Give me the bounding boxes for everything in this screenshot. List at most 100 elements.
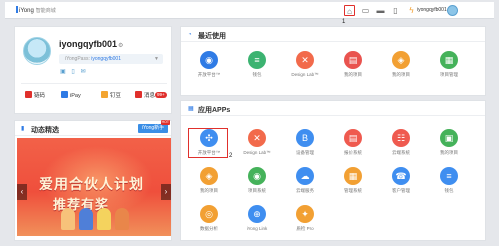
app-tile[interactable]: B 设备管理 — [287, 129, 327, 169]
carousel-next-button[interactable]: › — [161, 184, 171, 200]
hot-badge: HOT — [160, 120, 170, 125]
app-tile[interactable]: ◉ 开放平台™ — [191, 51, 231, 91]
app-tile[interactable]: ≡ 钱包 — [431, 167, 471, 207]
app-tile[interactable]: ✕ Design Lab™ — [239, 129, 279, 169]
highlight-box — [188, 128, 228, 158]
app-label: 质检 Pro — [296, 226, 314, 231]
book-icon[interactable]: ▯ — [390, 5, 401, 16]
phone-icon[interactable]: ▯ — [69, 68, 77, 76]
app-icon: ◉ — [248, 167, 266, 185]
brand-sub: 智能商城 — [35, 8, 56, 14]
top-bar: iYong 智能商城 ⌂ ▭ ▬ ▯ ϟ iyongqyfb001 — [5, 2, 494, 19]
app-tile[interactable]: ◎ 数据分析 — [191, 205, 231, 245]
profile-username-text: iyongqyfb001 — [59, 39, 118, 49]
avatar[interactable] — [23, 37, 51, 65]
news-tag[interactable]: iYong新手 HOT — [138, 120, 170, 133]
app-icon: ☷ — [392, 129, 410, 147]
annotation-1: 1 — [342, 19, 346, 25]
app-label: 我的项目 — [440, 150, 458, 155]
app-tile[interactable]: ▦ 管理系统 — [335, 167, 375, 207]
flash-icon[interactable]: ϟ — [406, 5, 417, 16]
app-label: 钱包 — [252, 72, 262, 77]
app-icon: ▤ — [344, 51, 362, 69]
stat-ipay[interactable]: iPay — [61, 89, 81, 103]
app-label: 云端系统 — [392, 150, 410, 155]
news-title: 动态精选 — [31, 127, 59, 134]
pass-field[interactable]: iYongPass: iyongqyfb001 ▼ — [59, 54, 163, 64]
app-label: 项目管理 — [440, 72, 458, 77]
profile-stats: 链码 iPay 钉豆 消息 99+ — [21, 89, 167, 103]
app-tile[interactable]: ▦ 项目管理 — [431, 51, 471, 91]
app-tile[interactable]: ▤ 报价系统 — [335, 129, 375, 169]
carousel-prev-button[interactable]: ‹ — [17, 184, 27, 200]
top-username[interactable]: iyongqyfb001 — [417, 7, 447, 13]
monitor-icon[interactable]: ▭ — [360, 5, 371, 16]
gear-icon[interactable]: ⚙ — [118, 43, 123, 49]
news-card: ▮ 动态精选 iYong新手 HOT 爱用合伙人计划 推荐有奖 ‹ › — [14, 120, 172, 241]
app-tile[interactable]: ◈ 我的项目 — [191, 167, 231, 207]
app-tile[interactable]: ✕ Design Lab™ — [287, 51, 327, 91]
app-tile[interactable]: ✦ 质检 Pro — [287, 205, 327, 245]
apps-icon: ▦ — [188, 106, 194, 112]
clock-icon: ◔ — [188, 32, 192, 38]
promo-banner[interactable]: 爱用合伙人计划 推荐有奖 ‹ › — [17, 138, 171, 236]
app-tile[interactable]: ◉ 项目系统 — [239, 167, 279, 207]
stat-coin[interactable]: 钉豆 — [101, 89, 121, 103]
stat-message[interactable]: 消息 99+ — [135, 89, 167, 103]
annotation-2: 2 — [229, 153, 233, 159]
brand-main: iYong — [19, 8, 34, 14]
stat-label: 链码 — [34, 93, 46, 99]
divider — [21, 83, 167, 84]
app-icon: ✦ — [296, 205, 314, 223]
app-tile[interactable]: ☁ 云端服务 — [287, 167, 327, 207]
home-icon[interactable]: ⌂ — [344, 5, 355, 16]
app-tile[interactable]: ☷ 云端系统 — [383, 129, 423, 169]
brand-logo[interactable]: iYong 智能商城 — [16, 6, 56, 14]
app-label: 数据分析 — [200, 226, 218, 231]
apps-header: ▦ 应用APPs — [181, 101, 485, 116]
app-icon: ▦ — [344, 167, 362, 185]
recent-header: ◔ 最近使用 — [181, 27, 485, 42]
news-icon: ▮ — [21, 126, 25, 132]
app-label: 管理系统 — [344, 188, 362, 193]
banner-figure — [97, 208, 111, 230]
apps-card: ▦ 应用APPs ✣ 开放平台™ ✕ Design Lab™ B 设备管理 ▤ 报价系统 ☷ 云端… — [180, 100, 486, 241]
app-label: 报价系统 — [344, 150, 362, 155]
app-icon: ✕ — [296, 51, 314, 69]
app-tile[interactable]: ⊕ iYong Link — [239, 205, 279, 245]
link-icon — [25, 91, 32, 98]
app-label: iYong Link — [246, 226, 268, 231]
coin-icon — [101, 91, 108, 98]
app-icon: ▤ — [344, 129, 362, 147]
app-icon: ◈ — [392, 51, 410, 69]
app-label: 我的项目 — [392, 72, 410, 77]
profile-card: iyongqyfb001⚙ iYongPass: iyongqyfb001 ▼ … — [14, 26, 172, 114]
app-tile[interactable]: ≡ 钱包 — [239, 51, 279, 91]
news-tag-label: iYong新手 — [141, 125, 165, 131]
pass-value: iyongqyfb001 — [91, 56, 121, 62]
id-card-icon[interactable]: ▣ — [59, 68, 67, 76]
app-tile[interactable]: ▣ 我的项目 — [431, 129, 471, 169]
app-label: 我的项目 — [344, 72, 362, 77]
brand-accent — [16, 6, 18, 13]
app-label: 钱包 — [444, 188, 454, 193]
app-label: 设备管理 — [296, 150, 314, 155]
app-tile[interactable]: ▤ 我的项目 — [335, 51, 375, 91]
app-icon: ▦ — [440, 51, 458, 69]
stat-label: 钉豆 — [110, 93, 122, 99]
app-tile[interactable]: ☎ 客户管理 — [383, 167, 423, 207]
stat-label: 消息 — [144, 93, 156, 99]
apps-title: 应用APPs — [198, 107, 231, 114]
mail-icon[interactable]: ✉ — [79, 68, 87, 76]
stat-link[interactable]: 链码 — [25, 89, 45, 103]
banner-headline: 爱用合伙人计划 — [39, 176, 144, 192]
top-avatar[interactable] — [447, 5, 458, 16]
app-label: 我的项目 — [200, 188, 218, 193]
banner-figure — [115, 208, 129, 230]
pass-label: iYongPass: — [65, 56, 90, 62]
app-tile[interactable]: ◈ 我的项目 — [383, 51, 423, 91]
page: iYong 智能商城 ⌂ ▭ ▬ ▯ ϟ iyongqyfb001 1 iyong… — [0, 0, 499, 246]
folder-icon[interactable]: ▬ — [375, 5, 386, 16]
app-label: 云端服务 — [296, 188, 314, 193]
app-label: 项目系统 — [248, 188, 266, 193]
